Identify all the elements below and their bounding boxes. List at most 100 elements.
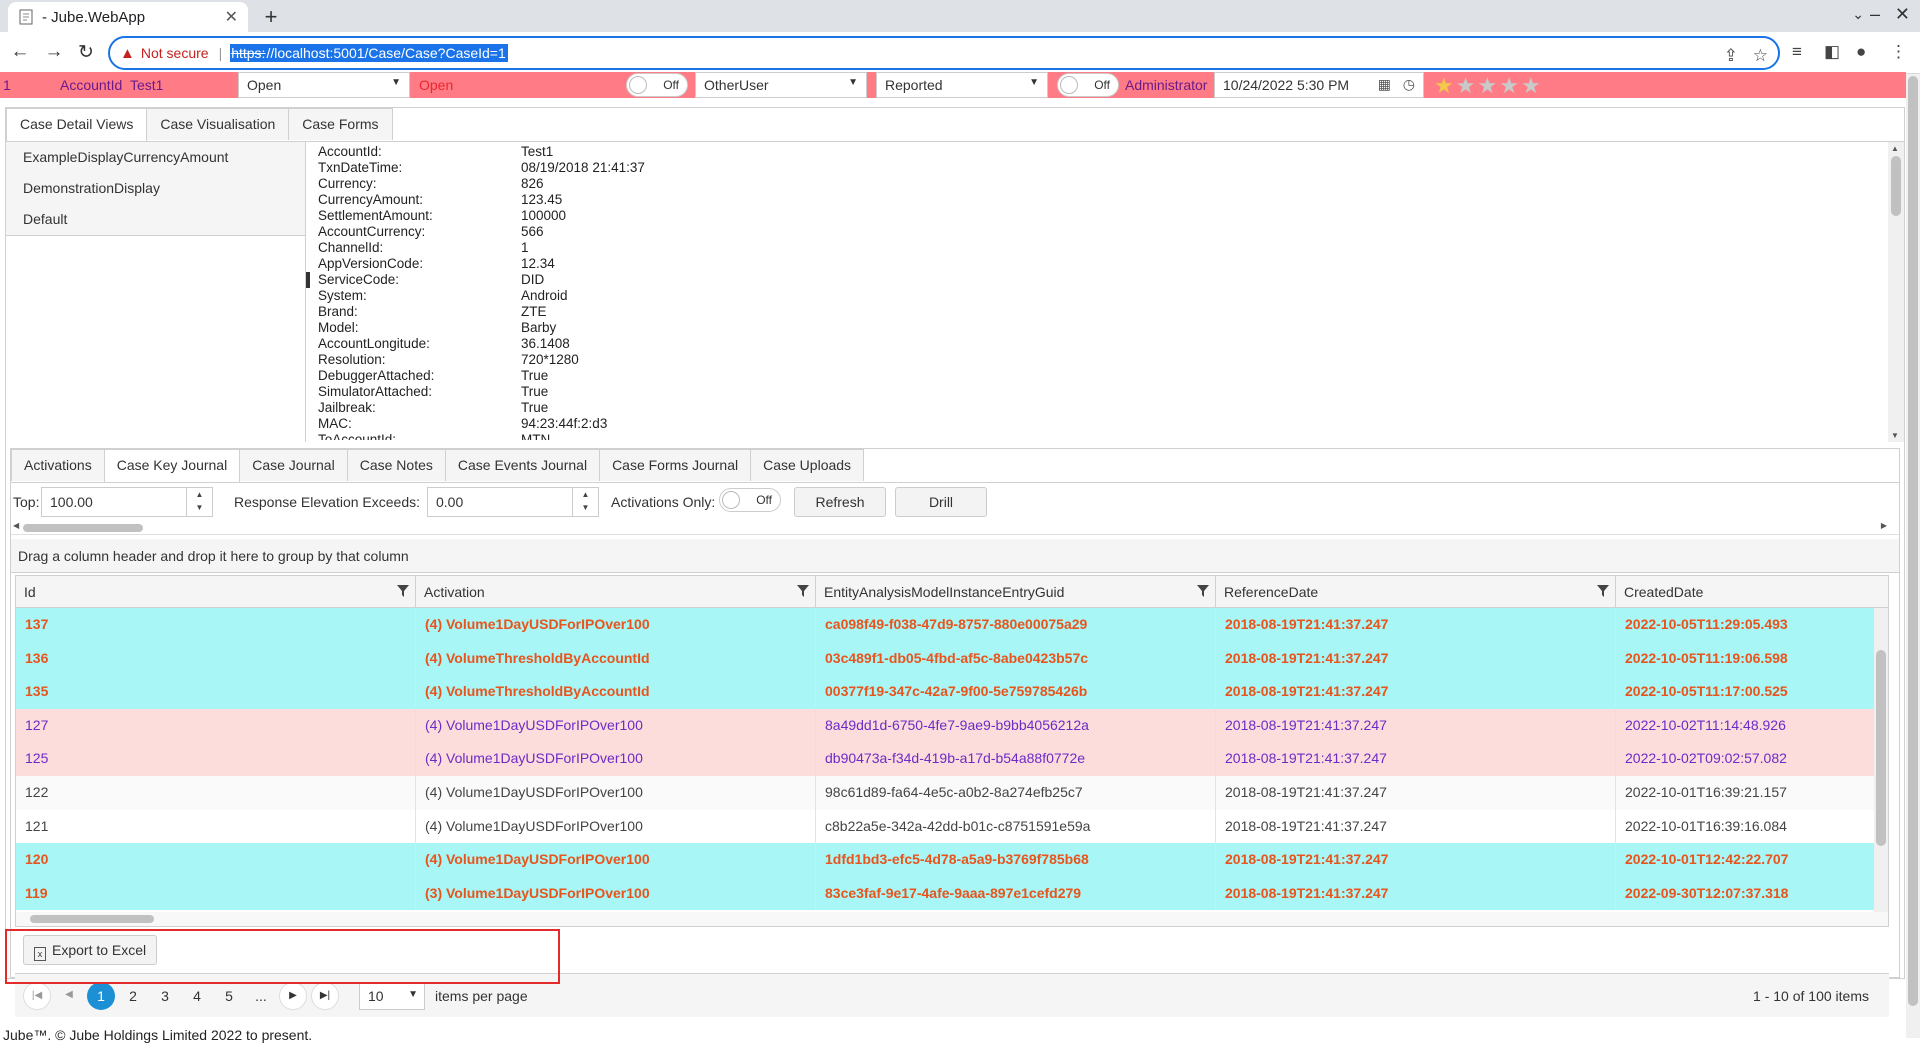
case-rating[interactable]: ★★★★★ bbox=[1434, 73, 1543, 99]
menu-kebab-icon[interactable]: ⋮ bbox=[1890, 42, 1907, 62]
next-page-icon[interactable]: ▶ bbox=[279, 982, 307, 1010]
table-row[interactable]: 125 (4) Volume1DayUSDForIPOver100 db90473a… bbox=[16, 742, 1888, 776]
scroll-thumb[interactable] bbox=[1891, 156, 1901, 216]
tab-case-visualisation[interactable]: Case Visualisation bbox=[146, 108, 290, 140]
previous-page-icon[interactable]: ◀ bbox=[55, 982, 83, 1010]
star-icon[interactable]: ★ bbox=[1499, 73, 1521, 98]
tab-search-chevron-icon[interactable]: ⌄ bbox=[1852, 6, 1864, 23]
tab-case-notes[interactable]: Case Notes bbox=[346, 449, 446, 481]
table-row[interactable]: 127 (4) Volume1DayUSDForIPOver100 8a49dd1d… bbox=[16, 708, 1888, 743]
table-row[interactable]: 136 (4) VolumeThresholdByAccountId 03c489f… bbox=[16, 641, 1888, 676]
grid-vscrollbar[interactable] bbox=[1874, 608, 1888, 912]
page-number[interactable]: 2 bbox=[119, 982, 147, 1010]
payload-value: True bbox=[521, 384, 549, 399]
filter-icon[interactable] bbox=[397, 584, 409, 600]
case-datetime-picker[interactable]: 10/24/2022 5:30 PM ▦ ◷ bbox=[1214, 72, 1424, 98]
case-user-select[interactable]: OtherUser ▼ bbox=[695, 72, 867, 98]
scroll-right-icon[interactable]: ▶ bbox=[1881, 521, 1887, 530]
tab-case-forms[interactable]: Case Forms bbox=[288, 108, 393, 140]
first-page-icon[interactable]: |◀ bbox=[23, 982, 51, 1010]
scroll-thumb[interactable] bbox=[23, 524, 143, 532]
page-vscrollbar[interactable] bbox=[1906, 74, 1920, 1038]
case-status-select[interactable]: Open ▼ bbox=[238, 72, 410, 98]
activations-only-toggle[interactable]: Off bbox=[719, 488, 781, 512]
page-number[interactable]: 4 bbox=[183, 982, 211, 1010]
column-header-entry-guid[interactable]: EntityAnalysisModelInstanceEntryGuid bbox=[816, 576, 1216, 608]
top-input[interactable]: 100.00 ▲ ▼ bbox=[41, 487, 213, 517]
scroll-thumb[interactable] bbox=[30, 915, 154, 923]
detail-scrollbar[interactable]: ▲ ▼ bbox=[1888, 142, 1904, 442]
tab-case-journal[interactable]: Case Journal bbox=[239, 449, 348, 481]
table-row[interactable]: 137 (4) Volume1DayUSDForIPOver100 ca098f49… bbox=[16, 608, 1888, 642]
profile-icon[interactable]: ● bbox=[1856, 42, 1866, 62]
forward-icon[interactable]: → bbox=[42, 41, 66, 63]
filter-icon[interactable] bbox=[1597, 584, 1609, 600]
more-pages[interactable]: ... bbox=[247, 982, 275, 1010]
new-tab-icon[interactable]: + bbox=[258, 4, 284, 30]
elevation-stepper[interactable]: ▲ ▼ bbox=[572, 488, 598, 516]
filter-icon[interactable] bbox=[797, 584, 809, 600]
elevation-input[interactable]: 0.00 ▲ ▼ bbox=[427, 487, 599, 517]
column-header-id[interactable]: Id bbox=[16, 576, 416, 608]
tab-case-events-journal[interactable]: Case Events Journal bbox=[444, 449, 601, 481]
scroll-thumb[interactable] bbox=[1908, 76, 1918, 1006]
filters-hscrollbar[interactable]: ◀ ▶ bbox=[11, 521, 1899, 535]
address-bar[interactable]: ▲ Not secure | https://localhost:5001/Ca… bbox=[108, 36, 1780, 70]
scroll-thumb[interactable] bbox=[1876, 650, 1886, 846]
clock-icon[interactable]: ◷ bbox=[1403, 76, 1415, 93]
browser-tab[interactable]: - Jube.WebApp ✕ bbox=[8, 2, 248, 32]
page-number[interactable]: 5 bbox=[215, 982, 243, 1010]
page-number[interactable]: 3 bbox=[151, 982, 179, 1010]
star-icon[interactable]: ★ bbox=[1434, 73, 1456, 98]
table-row[interactable]: 135 (4) VolumeThresholdByAccountId 00377f1… bbox=[16, 675, 1888, 709]
view-item[interactable]: Default bbox=[6, 204, 305, 235]
column-title: EntityAnalysisModelInstanceEntryGuid bbox=[824, 584, 1065, 600]
tab-case-key-journal[interactable]: Case Key Journal bbox=[103, 449, 241, 483]
scroll-up-icon[interactable]: ▲ bbox=[1891, 144, 1899, 153]
tab-case-uploads[interactable]: Case Uploads bbox=[750, 449, 865, 481]
view-item[interactable]: DemonstrationDisplay bbox=[6, 173, 305, 204]
window-close-icon[interactable]: ✕ bbox=[1895, 4, 1910, 25]
table-row[interactable]: 119 (3) Volume1DayUSDForIPOver100 83ce3faf… bbox=[16, 876, 1888, 911]
not-secure-label[interactable]: Not secure bbox=[141, 45, 209, 61]
back-icon[interactable]: ← bbox=[8, 41, 32, 63]
calendar-icon[interactable]: ▦ bbox=[1378, 76, 1391, 93]
scroll-down-icon[interactable]: ▼ bbox=[1891, 431, 1899, 440]
case-toggle-1[interactable]: Off bbox=[626, 73, 688, 97]
share-icon[interactable]: ⇪ bbox=[1724, 46, 1738, 66]
drill-button[interactable]: Drill bbox=[895, 487, 987, 517]
tab-case-detail-views[interactable]: Case Detail Views bbox=[6, 108, 148, 142]
payload-row: SimulatorAttached: True bbox=[318, 384, 1878, 400]
group-by-drop-zone[interactable]: Drag a column header and drop it here to… bbox=[11, 539, 1899, 573]
star-icon[interactable]: ★ bbox=[1477, 73, 1499, 98]
column-header-activation[interactable]: Activation bbox=[416, 576, 816, 608]
table-cell: 00377f19-347c-42a7-9f00-5e759785426b bbox=[816, 675, 1216, 709]
case-toggle-2[interactable]: Off bbox=[1057, 73, 1119, 97]
tab-activations[interactable]: Activations bbox=[11, 449, 105, 481]
media-icon[interactable]: ≡ bbox=[1792, 42, 1802, 62]
column-header-created-date[interactable]: CreatedDate bbox=[1616, 576, 1888, 608]
case-state-select[interactable]: Reported ▼ bbox=[876, 72, 1048, 98]
bookmark-star-icon[interactable]: ☆ bbox=[1753, 46, 1768, 66]
star-icon[interactable]: ★ bbox=[1521, 73, 1543, 98]
top-stepper[interactable]: ▲ ▼ bbox=[186, 488, 212, 516]
filter-icon[interactable] bbox=[1197, 584, 1209, 600]
tab-case-forms-journal[interactable]: Case Forms Journal bbox=[599, 449, 752, 481]
table-row[interactable]: 122 (4) Volume1DayUSDForIPOver100 98c61d89… bbox=[16, 775, 1888, 810]
star-icon[interactable]: ★ bbox=[1456, 73, 1478, 98]
grid-hscrollbar[interactable] bbox=[16, 912, 1888, 926]
page-size-select[interactable]: 10 ▼ bbox=[359, 982, 425, 1010]
view-item[interactable]: ExampleDisplayCurrencyAmount bbox=[6, 142, 305, 173]
refresh-button[interactable]: Refresh bbox=[794, 487, 886, 517]
page-number[interactable]: 1 bbox=[87, 982, 115, 1010]
minimize-icon[interactable]: – bbox=[1870, 4, 1880, 25]
last-page-icon[interactable]: ▶| bbox=[311, 982, 339, 1010]
scroll-left-icon[interactable]: ◀ bbox=[13, 521, 19, 530]
table-row[interactable]: 120 (4) Volume1DayUSDForIPOver100 1dfd1bd3… bbox=[16, 843, 1888, 877]
column-header-reference-date[interactable]: ReferenceDate bbox=[1216, 576, 1616, 608]
side-panel-icon[interactable]: ◧ bbox=[1824, 42, 1840, 62]
table-row[interactable]: 121 (4) Volume1DayUSDForIPOver100 c8b22a5e… bbox=[16, 809, 1888, 844]
close-tab-icon[interactable]: ✕ bbox=[225, 7, 238, 27]
pane-splitter-handle[interactable] bbox=[306, 272, 310, 288]
reload-icon[interactable]: ↻ bbox=[74, 41, 98, 64]
